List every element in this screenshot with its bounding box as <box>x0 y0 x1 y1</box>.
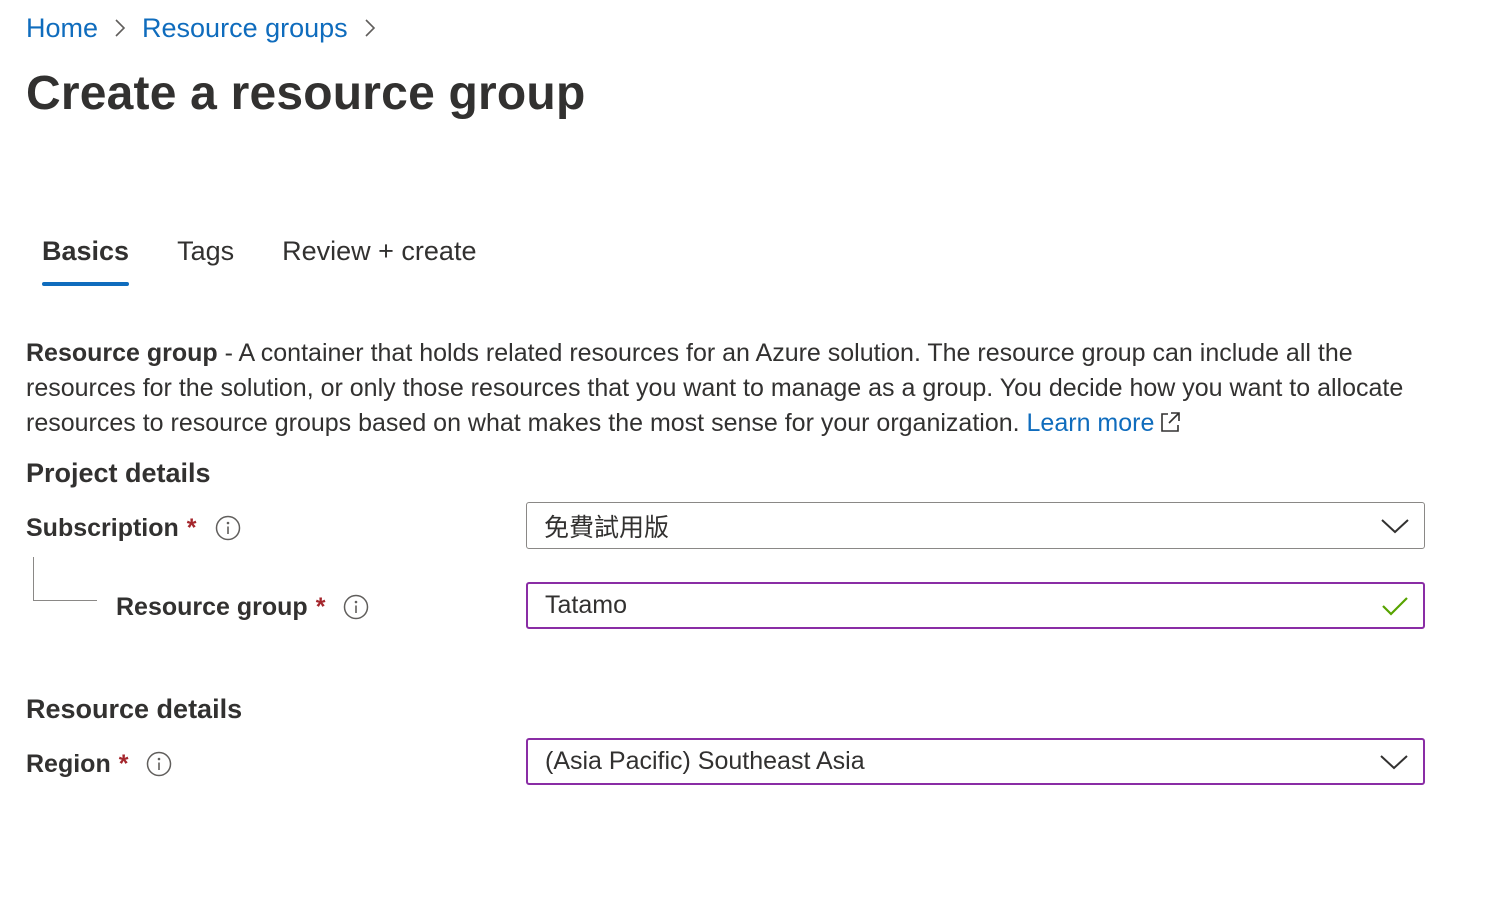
info-icon[interactable] <box>343 594 369 620</box>
region-dropdown[interactable]: (Asia Pacific) Southeast Asia <box>526 738 1425 785</box>
required-asterisk: * <box>315 592 326 621</box>
subscription-label-text: Subscription <box>26 513 179 542</box>
learn-more-label: Learn more <box>1026 409 1155 437</box>
resource-group-input-box[interactable] <box>526 582 1425 629</box>
checkmark-icon <box>1381 595 1409 617</box>
resource-group-description: Resource group - A container that holds … <box>26 336 1446 443</box>
required-asterisk: * <box>186 513 197 542</box>
subscription-value: 免費試用版 <box>544 513 670 542</box>
subscription-dropdown[interactable]: 免費試用版 <box>526 502 1425 549</box>
chevron-down-icon <box>1380 517 1410 535</box>
info-icon[interactable] <box>215 515 241 541</box>
tab-tags[interactable]: Tags <box>177 232 234 286</box>
info-icon[interactable] <box>146 751 172 777</box>
external-link-icon <box>1160 408 1181 443</box>
tab-review-create[interactable]: Review + create <box>282 232 476 286</box>
resource-group-input[interactable] <box>545 591 1381 620</box>
required-asterisk: * <box>118 749 129 778</box>
subscription-label: Subscription * <box>26 511 241 545</box>
region-label-text: Region <box>26 749 111 778</box>
description-text: - A container that holds related resourc… <box>26 339 1404 437</box>
chevron-down-icon <box>1379 753 1409 771</box>
resource-details-heading: Resource details <box>26 694 243 724</box>
description-term: Resource group <box>26 339 218 367</box>
breadcrumb-home-link[interactable]: Home <box>26 13 98 44</box>
learn-more-link[interactable]: Learn more <box>1027 409 1181 437</box>
tab-bar: Basics Tags Review + create <box>42 232 524 286</box>
region-label: Region * <box>26 747 172 781</box>
region-value: (Asia Pacific) Southeast Asia <box>545 747 865 775</box>
page-title: Create a resource group <box>26 67 586 120</box>
tab-basics[interactable]: Basics <box>42 232 130 286</box>
resource-group-label: Resource group * <box>116 590 369 624</box>
hierarchy-connector-line <box>33 557 97 601</box>
project-details-heading: Project details <box>26 458 211 488</box>
chevron-right-icon <box>98 17 142 39</box>
breadcrumb-resource-groups-link[interactable]: Resource groups <box>142 13 348 44</box>
breadcrumb: Home Resource groups <box>26 10 392 46</box>
resource-group-label-text: Resource group <box>116 592 308 621</box>
chevron-right-icon <box>348 17 392 39</box>
